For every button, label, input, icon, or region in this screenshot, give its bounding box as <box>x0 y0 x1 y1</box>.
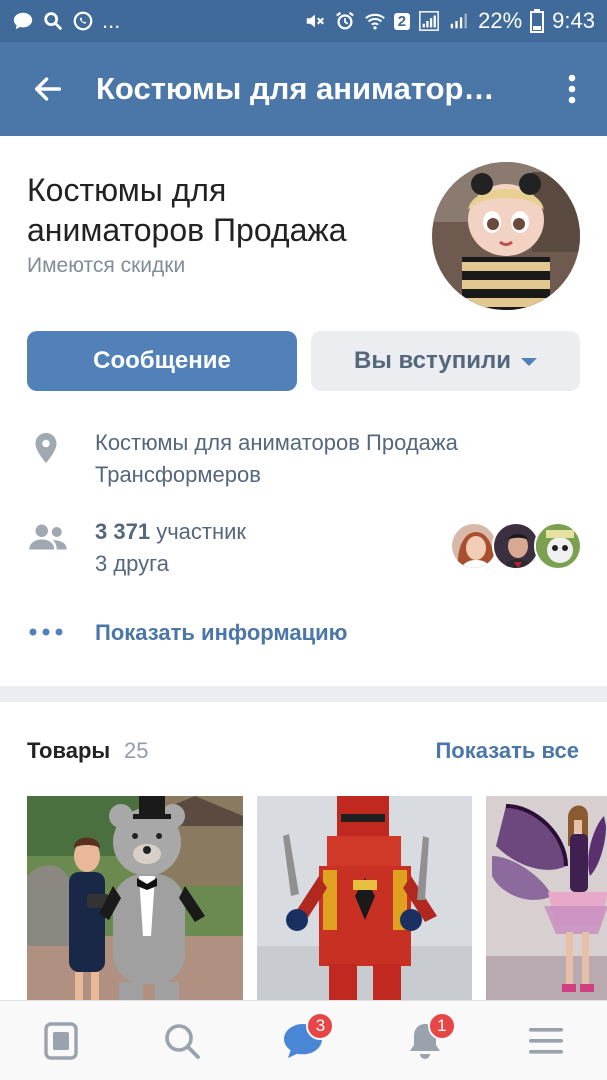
hamburger-menu-icon <box>529 1027 564 1054</box>
goods-item[interactable] <box>486 796 607 1002</box>
show-all-goods-link[interactable]: Показать все <box>435 738 579 764</box>
friend-avatar <box>492 522 540 570</box>
signal-sim2-icon <box>450 13 467 29</box>
more-notifications-indicator: ... <box>102 8 121 33</box>
sim-badge: 2 <box>393 12 411 30</box>
status-bar-notifications: ... <box>12 8 120 34</box>
teddy-bear-costume-image <box>27 796 243 1002</box>
group-name: Костюмы для аниматоров Продажа <box>27 172 347 248</box>
signal-sim1-icon <box>419 11 440 31</box>
wifi-icon <box>364 13 385 30</box>
notifications-badge: 1 <box>427 1011 456 1040</box>
users-icon <box>29 524 67 550</box>
butterfly-fairy-costume-image <box>486 796 607 1002</box>
search-icon <box>44 12 63 31</box>
friend-avatar <box>534 522 582 570</box>
friend-avatar <box>450 522 498 570</box>
tab-news[interactable] <box>26 1006 96 1076</box>
address-line-2: Трансформеров <box>95 462 261 487</box>
goods-count: 25 <box>124 738 149 763</box>
status-bar: ... 2 22% 9:43 <box>0 0 607 42</box>
bottom-tab-bar: 3 1 <box>0 1000 607 1080</box>
toolbar-title: Костюмы для аниматоров... <box>96 71 506 106</box>
goods-title[interactable]: Товары <box>27 738 110 764</box>
more-horizontal-icon <box>29 628 63 636</box>
address-line-1: Костюмы для аниматоров Продажа <box>95 430 458 455</box>
joined-dropdown-button[interactable]: Вы вступили <box>311 331 580 391</box>
tab-search[interactable] <box>147 1006 217 1076</box>
battery-icon <box>530 9 545 33</box>
more-menu-button[interactable] <box>537 42 607 136</box>
tab-messages[interactable]: 3 <box>268 1006 338 1076</box>
group-avatar[interactable] <box>432 162 580 310</box>
chevron-down-icon <box>520 358 537 366</box>
members-label: участник <box>156 519 247 544</box>
members-count: 3 371 <box>95 519 151 544</box>
newsfeed-icon <box>43 1021 78 1060</box>
members-info[interactable]: 3 371 участник 3 друга <box>95 516 246 580</box>
status-bar-system: 2 22% 9:43 <box>304 8 595 34</box>
group-address[interactable]: Костюмы для аниматоров Продажа Трансформ… <box>95 427 565 491</box>
search-icon <box>165 1023 200 1059</box>
tab-notifications[interactable]: 1 <box>390 1006 460 1076</box>
app-toolbar: Костюмы для аниматоров... <box>0 42 607 136</box>
goods-item[interactable] <box>257 796 472 1002</box>
more-vertical-icon <box>568 74 576 104</box>
location-pin-icon <box>35 433 57 463</box>
back-button[interactable] <box>0 42 96 136</box>
group-header-card: Костюмы для аниматоров Продажа Имеются с… <box>0 136 607 686</box>
joined-button-label: Вы вступили <box>354 347 511 374</box>
messages-badge: 3 <box>306 1011 335 1040</box>
battery-percent: 22% <box>478 8 523 33</box>
goods-card: Товары 25 Показать все <box>0 702 607 1002</box>
group-status: Имеются скидки <box>27 254 186 277</box>
clock: 9:43 <box>552 8 595 33</box>
arrow-left-icon <box>34 77 62 101</box>
friends-avatars[interactable] <box>450 522 582 572</box>
goods-item[interactable] <box>27 796 243 1002</box>
chat-icon <box>13 12 33 30</box>
show-info-link[interactable]: Показать информацию <box>95 620 347 646</box>
red-robot-costume-image <box>257 796 472 1002</box>
doll-costume-image <box>432 162 580 310</box>
message-button[interactable]: Сообщение <box>27 331 297 391</box>
tab-menu[interactable] <box>511 1006 581 1076</box>
alarm-icon <box>335 11 354 30</box>
friends-count: 3 друга <box>95 551 169 576</box>
mute-icon <box>306 14 324 28</box>
whatsapp-icon <box>73 11 93 31</box>
members-line: 3 371 участник <box>95 516 246 548</box>
